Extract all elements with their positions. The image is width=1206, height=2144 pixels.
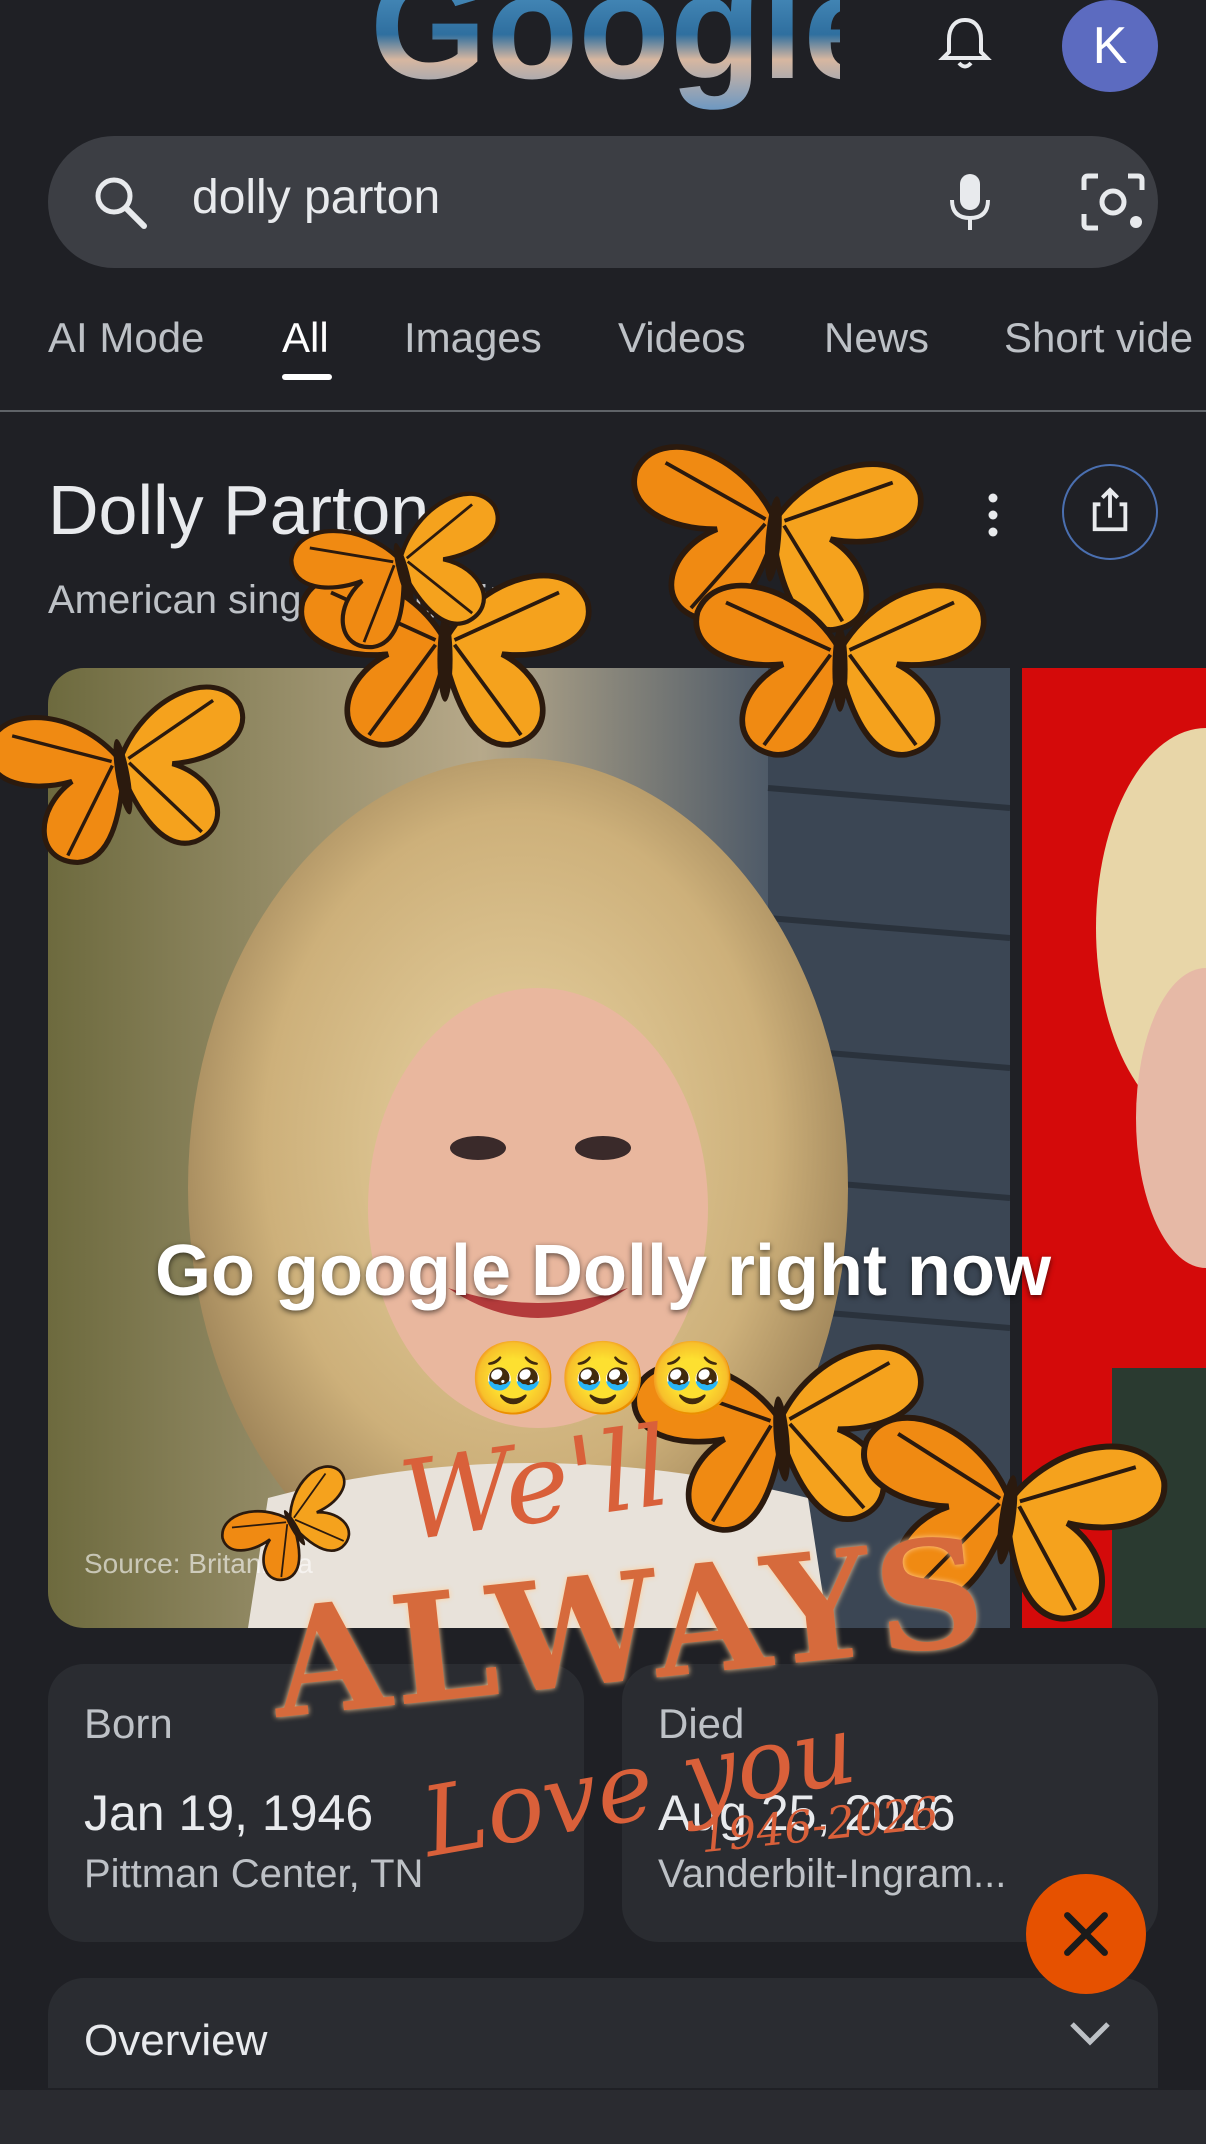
tab-short-videos[interactable]: Short vide [1004, 314, 1193, 362]
search-input[interactable]: dolly parton [192, 170, 440, 225]
search-tabs: AI Mode All Images Videos News Short vid… [0, 300, 1206, 412]
butterfly-decoration [623, 443, 924, 637]
tab-videos[interactable]: Videos [618, 314, 746, 362]
share-icon [1092, 487, 1128, 532]
bottom-chip-row [0, 2090, 1206, 2144]
born-label: Born [84, 1700, 173, 1747]
overview-label: Overview [84, 2016, 268, 2065]
entity-photo-secondary[interactable] [1022, 668, 1206, 1628]
svg-text:Google: Google [370, 0, 840, 110]
active-tab-indicator [282, 374, 332, 380]
overview-section[interactable]: Overview [48, 1978, 1158, 2088]
account-avatar[interactable]: K [1062, 0, 1158, 92]
tab-all[interactable]: All [282, 314, 329, 362]
lens-icon[interactable] [1078, 170, 1148, 234]
search-icon[interactable] [90, 172, 150, 232]
share-button[interactable] [1062, 464, 1158, 560]
born-date: Jan 19, 1946 [84, 1785, 374, 1841]
entity-subtitle: American singer-songwriter [48, 578, 535, 622]
tab-ai-mode[interactable]: AI Mode [48, 314, 204, 362]
search-bar[interactable]: dolly parton [48, 136, 1158, 268]
close-button[interactable] [1026, 1874, 1146, 1994]
bell-icon[interactable] [935, 14, 995, 74]
google-logo[interactable]: Google [370, 0, 840, 110]
tab-images[interactable]: Images [404, 314, 542, 362]
overlay-caption: Go google Dolly right now [155, 1231, 1051, 1311]
mic-icon[interactable] [938, 170, 1002, 234]
tab-news[interactable]: News [824, 314, 929, 362]
chevron-down-icon[interactable] [1068, 2018, 1112, 2048]
avatar-initial: K [1092, 17, 1128, 75]
image-source: Source: Britannica [84, 1548, 313, 1579]
close-icon [1064, 1912, 1108, 1956]
more-vert-icon[interactable] [978, 490, 1008, 540]
entity-title: Dolly Parton [48, 471, 430, 549]
overlay-emojis: 🥹🥹🥹 [468, 1339, 738, 1419]
